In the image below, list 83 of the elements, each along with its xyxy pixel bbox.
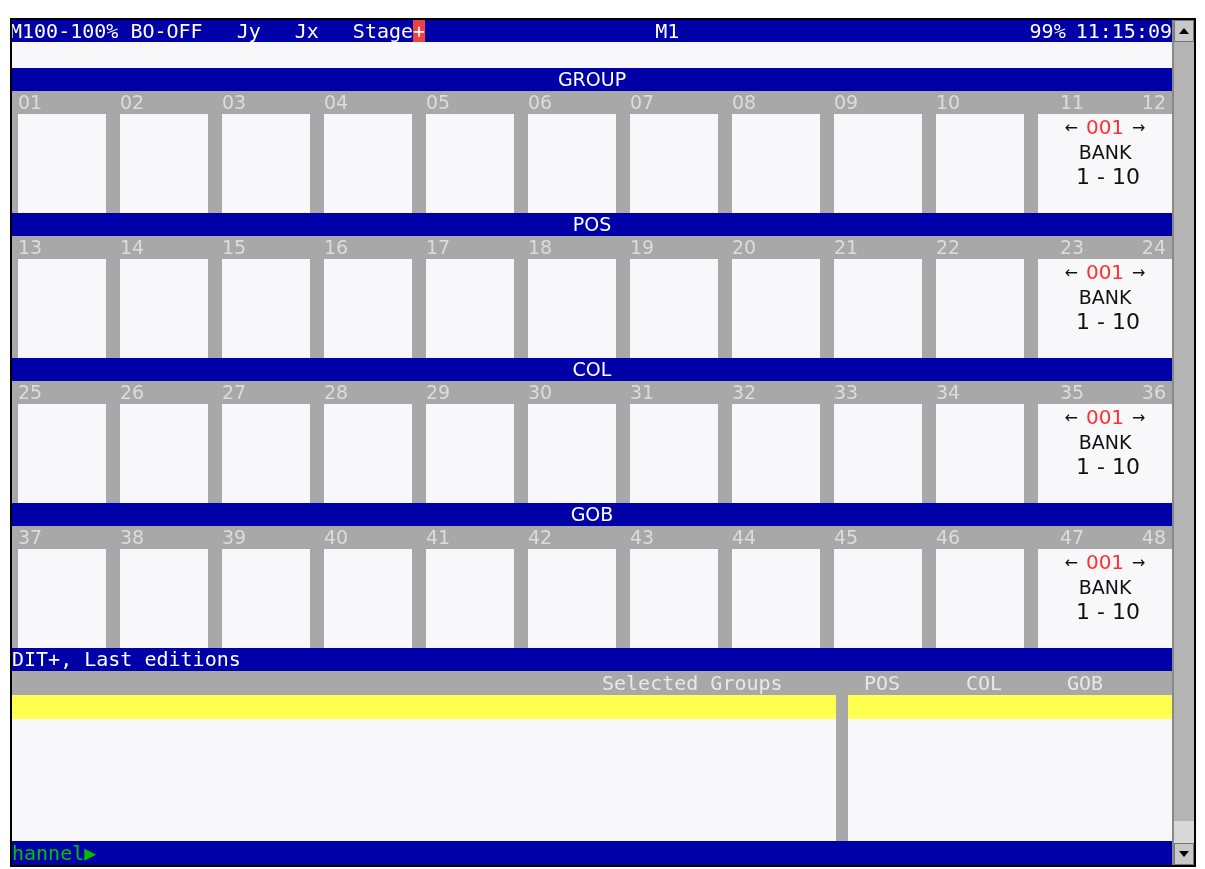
- slot-button[interactable]: [18, 404, 106, 503]
- slot-button[interactable]: [222, 404, 310, 503]
- slot-button[interactable]: [120, 114, 208, 213]
- scroll-down-button[interactable]: [1174, 843, 1194, 865]
- slot-button[interactable]: [324, 404, 412, 503]
- slot-button[interactable]: [222, 114, 310, 213]
- slot-button[interactable]: [936, 549, 1024, 648]
- slot-button[interactable]: [936, 259, 1024, 358]
- column-label: Selected Groups: [602, 671, 783, 695]
- section-title: GOB: [570, 503, 614, 525]
- slot-button[interactable]: [630, 114, 718, 213]
- bank-range: 1 - 10: [1075, 309, 1140, 335]
- slot-button[interactable]: [18, 549, 106, 648]
- slot-button[interactable]: [324, 259, 412, 358]
- slot-button[interactable]: [630, 259, 718, 358]
- slot-button[interactable]: [426, 114, 514, 213]
- bank-range: 1 - 10: [1075, 164, 1140, 190]
- bank-range: 1 - 10: [1075, 599, 1140, 625]
- next-bank-button[interactable]: →: [1132, 262, 1146, 282]
- section-title: POS: [572, 213, 612, 235]
- slot-button[interactable]: [528, 549, 616, 648]
- scroll-thumb[interactable]: [1174, 821, 1194, 843]
- bank-label: BANK: [1078, 575, 1132, 599]
- slot-button[interactable]: [834, 259, 922, 358]
- slot-button[interactable]: [630, 549, 718, 648]
- slot-button[interactable]: [426, 404, 514, 503]
- slot-button[interactable]: [834, 404, 922, 503]
- slot-button[interactable]: [120, 404, 208, 503]
- slot-button[interactable]: [732, 114, 820, 213]
- slot-button[interactable]: [18, 114, 106, 213]
- slot-button[interactable]: [18, 259, 106, 358]
- scroll-up-button[interactable]: [1174, 20, 1194, 42]
- down-arrow-icon: [1178, 850, 1190, 858]
- edit-title: DIT+, Last editions: [12, 647, 241, 671]
- section-title: COL: [572, 358, 612, 380]
- slot-button[interactable]: [528, 259, 616, 358]
- slot-button[interactable]: [630, 404, 718, 503]
- slot-button[interactable]: [324, 549, 412, 648]
- column-label: GOB: [1067, 671, 1104, 695]
- command-text: hannel: [12, 841, 85, 865]
- slot-button[interactable]: [732, 259, 820, 358]
- bank-page: 001: [1085, 115, 1125, 139]
- bank-range: 1 - 10: [1075, 454, 1140, 480]
- previous-bank-button[interactable]: ←: [1064, 407, 1078, 427]
- memory-label: M1: [655, 20, 680, 42]
- slot-button[interactable]: [426, 259, 514, 358]
- prompt-icon: ▶: [84, 841, 97, 865]
- slot-button[interactable]: [834, 114, 922, 213]
- slot-button[interactable]: [936, 404, 1024, 503]
- previous-bank-button[interactable]: ←: [1064, 117, 1078, 137]
- bank-page: 001: [1085, 405, 1125, 429]
- bank-page: 001: [1085, 260, 1125, 284]
- level-text: 99%: [1029, 20, 1066, 42]
- slot-button[interactable]: [120, 259, 208, 358]
- slot-button[interactable]: [324, 114, 412, 213]
- slot-button[interactable]: [936, 114, 1024, 213]
- stage-label: Stage: [352, 20, 414, 42]
- status-text: Jx: [294, 20, 319, 42]
- bank-label: BANK: [1078, 285, 1132, 309]
- bank-label: BANK: [1078, 140, 1132, 164]
- previous-bank-button[interactable]: ←: [1064, 552, 1078, 572]
- previous-bank-button[interactable]: ←: [1064, 262, 1078, 282]
- slot-button[interactable]: [732, 404, 820, 503]
- slot-button[interactable]: [528, 114, 616, 213]
- bank-label: BANK: [1078, 430, 1132, 454]
- status-text: Jy: [236, 20, 261, 42]
- bank-page: 001: [1085, 550, 1125, 574]
- next-bank-button[interactable]: →: [1132, 117, 1146, 137]
- section-title: GROUP: [557, 68, 627, 90]
- slot-button[interactable]: [222, 549, 310, 648]
- slot-button[interactable]: [732, 549, 820, 648]
- next-bank-button[interactable]: →: [1132, 552, 1146, 572]
- column-label: COL: [966, 671, 1003, 695]
- slot-button[interactable]: [834, 549, 922, 648]
- slot-button[interactable]: [222, 259, 310, 358]
- clock-text: 11:15:09: [1075, 20, 1172, 42]
- slot-button[interactable]: [528, 404, 616, 503]
- slot-button[interactable]: [426, 549, 514, 648]
- stage-marker: +: [413, 20, 426, 42]
- up-arrow-icon: [1178, 27, 1190, 35]
- slot-button[interactable]: [120, 549, 208, 648]
- column-label: POS: [864, 671, 901, 695]
- next-bank-button[interactable]: →: [1132, 407, 1146, 427]
